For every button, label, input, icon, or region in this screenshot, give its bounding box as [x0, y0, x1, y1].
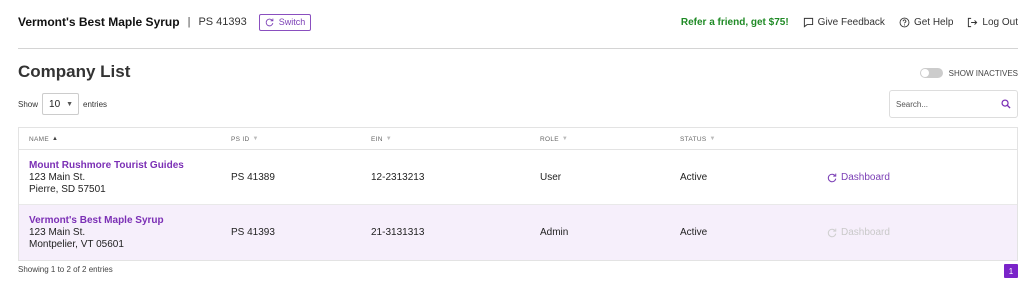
ein-cell: 12-2313213 [371, 172, 425, 183]
entries-length-control: Show 10 ▼ entries [18, 93, 107, 115]
company-cell: Vermont's Best Maple Syrup 123 Main St. … [29, 205, 164, 260]
column-label-ein: EIN [371, 135, 383, 143]
column-label-ps-id: PS ID [231, 135, 250, 143]
action-cell: Dashboard [827, 205, 890, 260]
column-header-name[interactable]: NAME ▲ [29, 128, 58, 150]
pagination-page-1[interactable]: 1 [1004, 264, 1018, 278]
column-label-status: STATUS [680, 135, 707, 143]
sort-ascending-icon: ▲ [51, 136, 59, 142]
column-header-status[interactable]: STATUS ▼ [680, 128, 716, 150]
ein-cell: 21-3131313 [371, 227, 425, 238]
toggle-knob [920, 69, 929, 77]
account-context: Vermont's Best Maple Syrup | PS 41393 Sw… [18, 13, 312, 31]
switch-company-button[interactable]: Switch [258, 13, 312, 31]
table-header: NAME ▲ PS ID ▼ EIN ▼ ROLE ▼ STATUS ▼ [19, 128, 1017, 150]
refresh-icon [827, 173, 837, 182]
status-cell: Active [680, 227, 708, 238]
company-table: NAME ▲ PS ID ▼ EIN ▼ ROLE ▼ STATUS ▼ Mount Ru… [18, 127, 1018, 261]
give-feedback-label: Give Feedback [817, 16, 885, 28]
table-row: Mount Rushmore Tourist Guides 123 Main S… [19, 150, 1017, 205]
refresh-icon [827, 228, 837, 237]
length-prefix: Show [18, 99, 39, 109]
company-cell: Mount Rushmore Tourist Guides 123 Main S… [29, 150, 184, 205]
top-links: Refer a friend, get $75! Give Feedback G… [681, 17, 1018, 28]
company-name-link[interactable]: Mount Rushmore Tourist Guides [29, 160, 184, 172]
status-cell: Active [680, 172, 708, 183]
table-row: Vermont's Best Maple Syrup 123 Main St. … [19, 205, 1017, 260]
column-label-role: ROLE [540, 135, 559, 143]
log-out-link[interactable]: Log Out [967, 17, 1018, 28]
referral-link[interactable]: Refer a friend, get $75! [681, 17, 789, 28]
dashboard-link[interactable]: Dashboard [827, 172, 890, 183]
top-bar: Vermont's Best Maple Syrup | PS 41393 Sw… [18, 0, 1018, 44]
search-input[interactable] [896, 99, 996, 109]
sort-icon: ▼ [561, 136, 569, 142]
get-help-link[interactable]: Get Help [899, 17, 953, 28]
company-city: Montpelier, VT 05601 [29, 238, 124, 250]
search-box [889, 90, 1018, 118]
refresh-icon [265, 18, 274, 26]
table-info: Showing 1 to 2 of 2 entries [18, 265, 113, 274]
get-help-label: Get Help [913, 16, 954, 28]
company-street: 123 Main St. [29, 226, 86, 238]
toggle-switch[interactable] [919, 68, 943, 78]
log-out-label: Log Out [982, 16, 1018, 28]
header-separator: | [187, 16, 191, 28]
chevron-down-icon: ▼ [66, 100, 74, 108]
role-cell: User [540, 172, 562, 183]
help-circle-icon [899, 17, 910, 27]
chat-icon [803, 17, 813, 28]
role-cell: Admin [540, 227, 569, 238]
search-icon[interactable] [1001, 99, 1011, 109]
log-out-icon [968, 17, 978, 27]
give-feedback-link[interactable]: Give Feedback [803, 17, 885, 28]
dashboard-label: Dashboard [841, 227, 890, 238]
company-name-link[interactable]: Vermont's Best Maple Syrup [29, 215, 164, 227]
switch-label: Switch [278, 17, 306, 27]
entries-per-page-value: 10 [49, 98, 61, 110]
page-title: Company List [18, 62, 131, 81]
entries-per-page-select[interactable]: 10 ▼ [42, 93, 80, 115]
dashboard-link-disabled: Dashboard [827, 227, 890, 238]
column-label-name: NAME [29, 135, 49, 143]
sort-icon: ▼ [252, 136, 259, 142]
sort-icon: ▼ [709, 136, 716, 142]
column-header-ps-id[interactable]: PS ID ▼ [231, 128, 259, 150]
action-cell: Dashboard [827, 150, 890, 205]
show-inactives-toggle[interactable]: SHOW INACTIVES [919, 68, 1018, 78]
column-header-role[interactable]: ROLE ▼ [540, 128, 568, 150]
header-divider [18, 48, 1018, 49]
show-inactives-label: SHOW INACTIVES [948, 68, 1018, 78]
current-ps-id: PS 41393 [198, 16, 247, 28]
ps-id-cell: PS 41393 [231, 227, 275, 238]
current-company-name: Vermont's Best Maple Syrup [18, 15, 180, 29]
company-city: Pierre, SD 57501 [29, 183, 106, 195]
sort-icon: ▼ [385, 136, 392, 142]
column-header-ein[interactable]: EIN ▼ [371, 128, 392, 150]
length-suffix: entries [83, 99, 108, 109]
company-street: 123 Main St. [29, 171, 86, 183]
dashboard-label: Dashboard [841, 172, 890, 183]
ps-id-cell: PS 41389 [231, 172, 275, 183]
